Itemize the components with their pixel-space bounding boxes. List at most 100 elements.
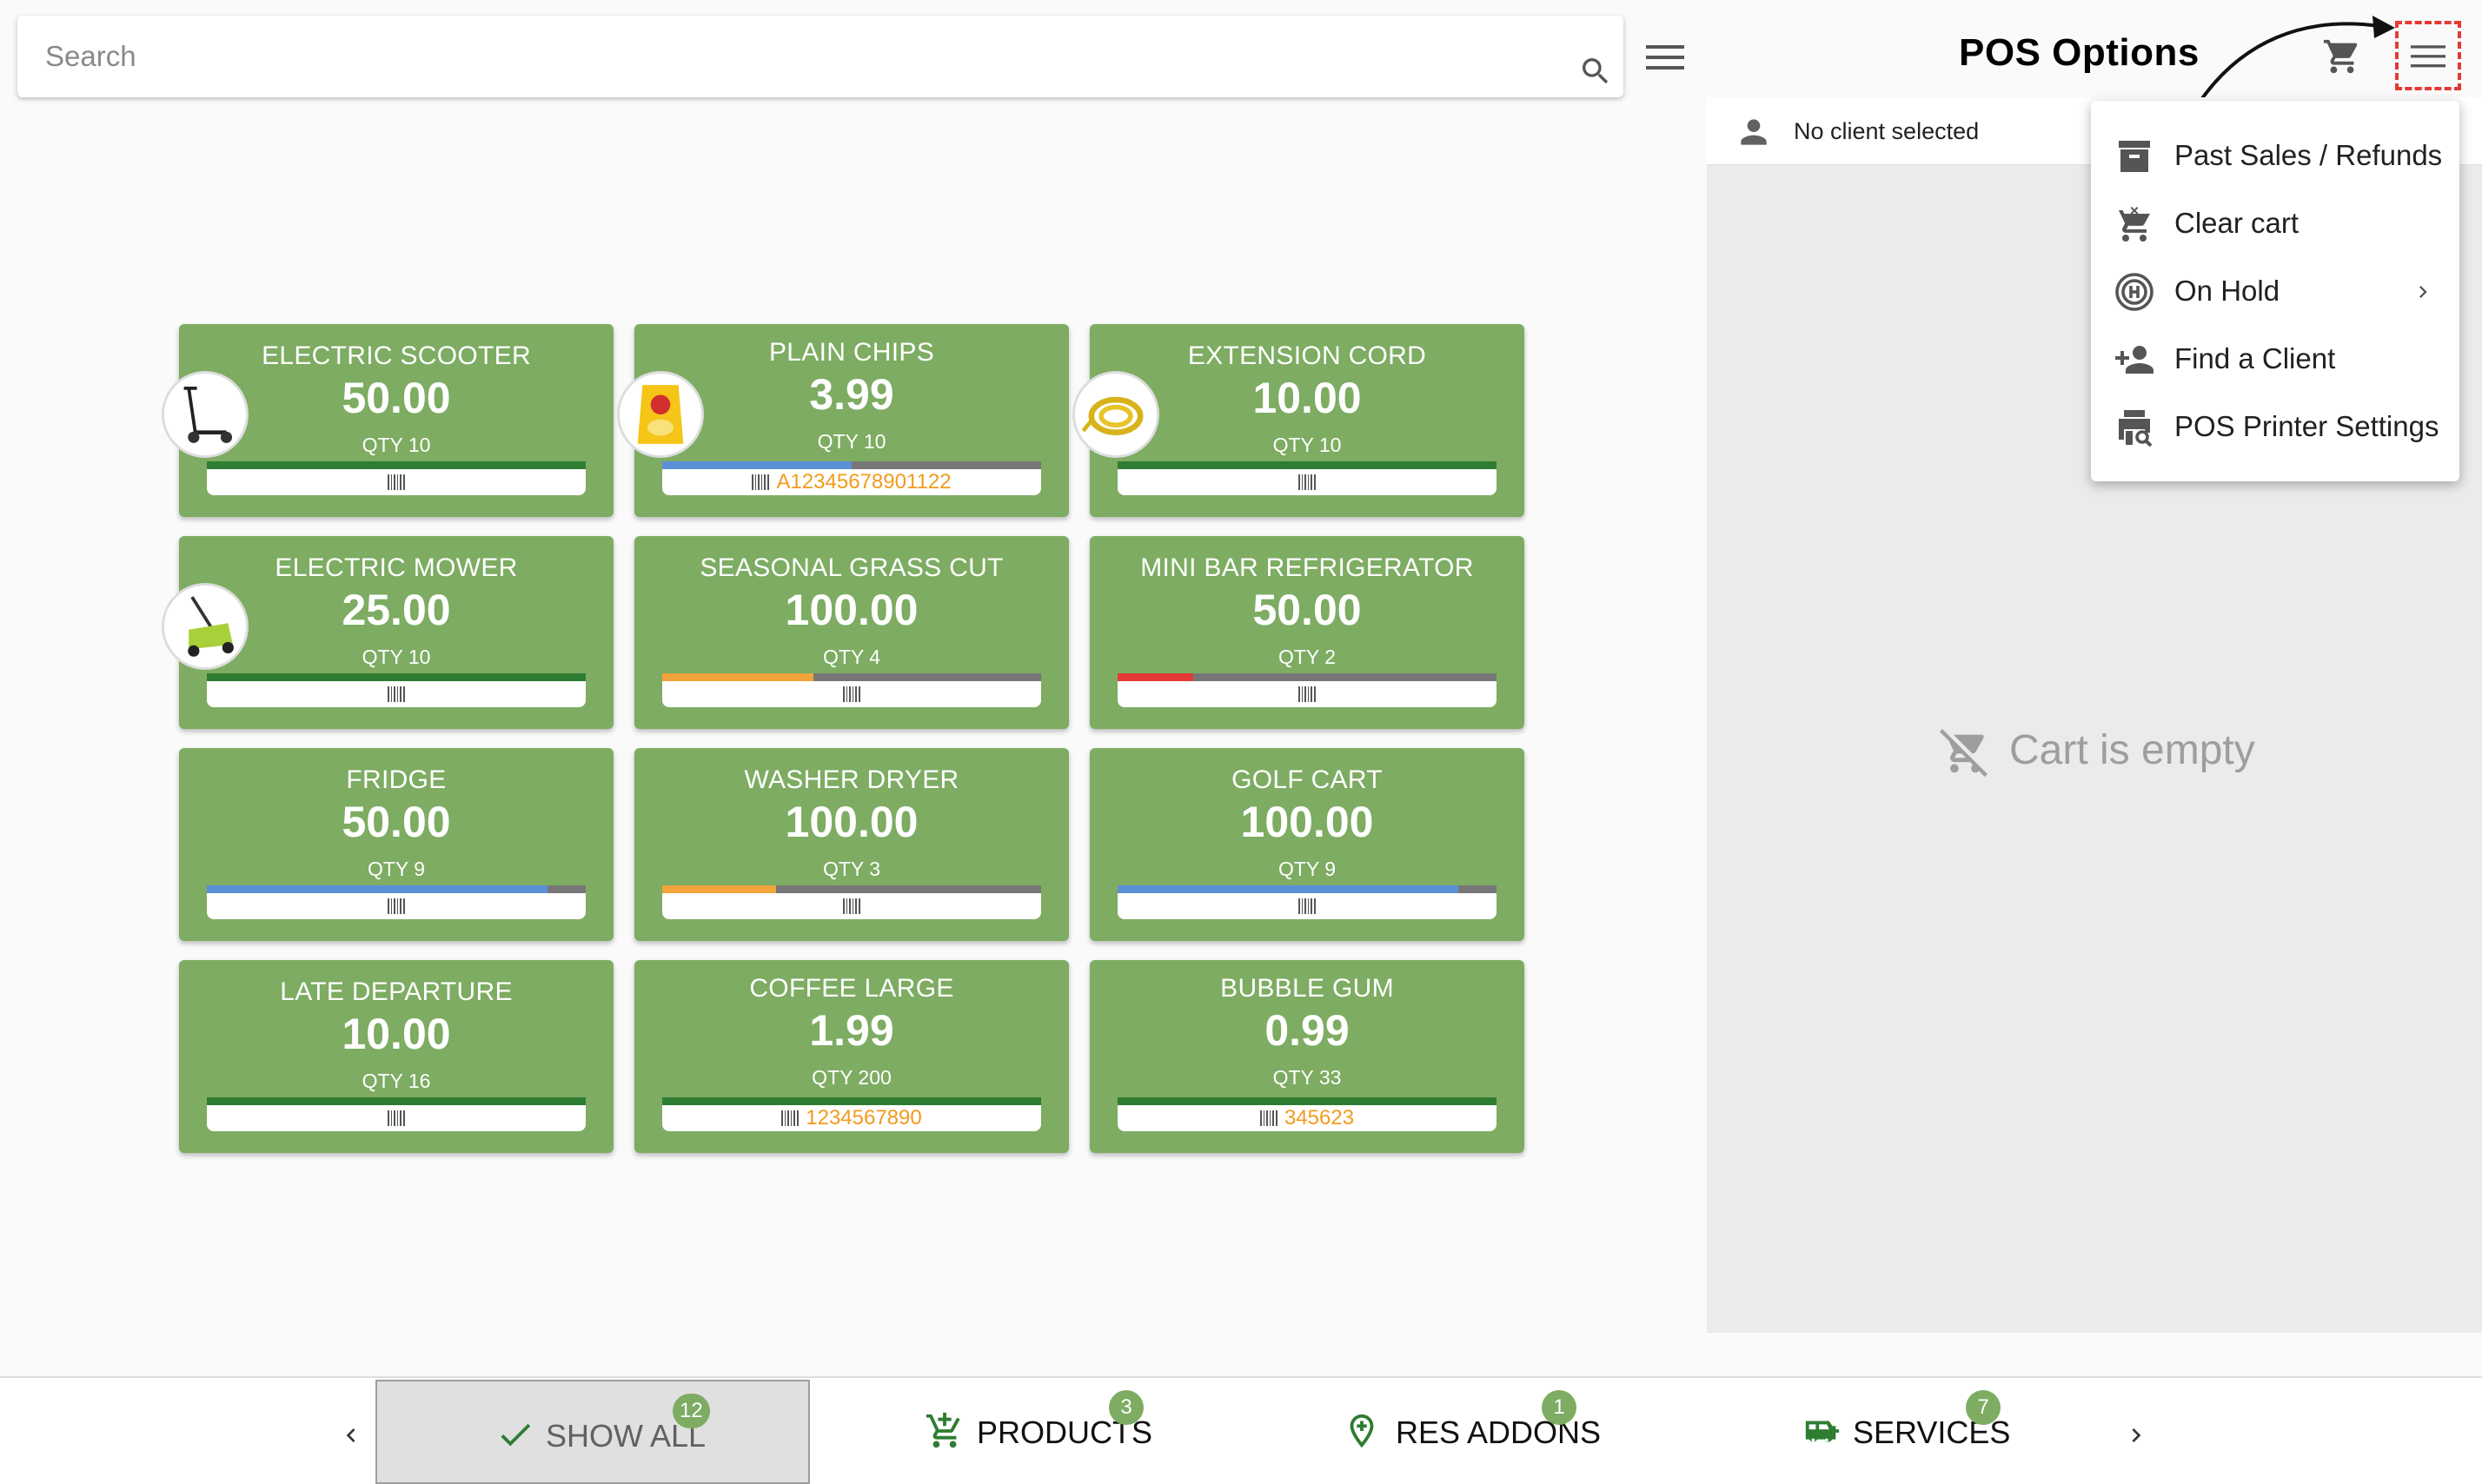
client-status: No client selected xyxy=(1794,118,1980,144)
tab-show-all[interactable]: SHOW ALL 12 xyxy=(375,1380,810,1484)
product-name: FRIDGE xyxy=(346,765,447,794)
search-icon[interactable] xyxy=(1578,54,1613,89)
product-qty: QTY 200 xyxy=(812,1066,892,1089)
product-card[interactable]: EXTENSION CORD 10.00 QTY 10 xyxy=(1072,324,1524,517)
barcode-icon xyxy=(388,686,405,702)
product-card[interactable]: SEASONAL GRASS CUT 100.00 QTY 4 xyxy=(634,536,1069,729)
barcode-icon xyxy=(388,1110,405,1126)
barcode-field xyxy=(1118,469,1496,495)
count-badge: 12 xyxy=(673,1394,710,1428)
archive-icon xyxy=(2119,141,2150,172)
product-price: 0.99 xyxy=(1264,1006,1350,1055)
chevron-left-icon[interactable] xyxy=(337,1420,365,1451)
product-qty: QTY 2 xyxy=(1278,646,1337,668)
product-qty: QTY 9 xyxy=(1278,858,1337,880)
barcode-value: A12345678901122 xyxy=(776,470,952,494)
add-cart-icon xyxy=(926,1412,960,1448)
product-name: MINI BAR REFRIGERATOR xyxy=(1140,553,1474,582)
product-price: 1.99 xyxy=(809,1006,894,1055)
barcode-icon xyxy=(1298,898,1316,914)
product-qty: QTY 9 xyxy=(367,858,426,880)
barcode-icon xyxy=(1298,686,1316,702)
product-name: SEASONAL GRASS CUT xyxy=(700,553,1004,582)
product-name: PLAIN CHIPS xyxy=(768,338,935,367)
barcode-icon xyxy=(752,474,770,490)
product-qty: QTY 10 xyxy=(362,646,431,668)
barcode-value: 345623 xyxy=(1284,1106,1355,1130)
product-price: 50.00 xyxy=(1252,586,1362,634)
location-pin-icon xyxy=(1350,1414,1374,1448)
product-card[interactable]: ELECTRIC MOWER 25.00 QTY 10 xyxy=(162,536,614,729)
barcode-field: 1234567890 xyxy=(662,1105,1041,1131)
barcode-field xyxy=(662,681,1041,707)
product-name: COFFEE LARGE xyxy=(749,974,954,1003)
menu-item-on-hold[interactable]: On Hold xyxy=(2091,257,2459,325)
menu-item-printer-settings[interactable]: POS Printer Settings xyxy=(2091,393,2459,460)
barcode-icon xyxy=(843,686,860,702)
product-card[interactable]: BUBBLE GUM 0.99 QTY 33 345623 xyxy=(1090,960,1524,1153)
barcode-icon xyxy=(388,898,405,914)
product-qty: QTY 10 xyxy=(817,430,886,453)
barcode-icon xyxy=(781,1110,800,1126)
product-name: ELECTRIC SCOOTER xyxy=(262,341,531,370)
barcode-field xyxy=(207,469,586,495)
cart-empty-text: Cart is empty xyxy=(2009,727,2255,773)
hamburger-icon xyxy=(2411,45,2446,68)
product-thumbnail xyxy=(162,371,249,458)
product-qty: QTY 33 xyxy=(1272,1066,1342,1089)
menu-item-label: On Hold xyxy=(2174,275,2280,307)
product-price: 100.00 xyxy=(785,798,919,846)
empty-cart-icon xyxy=(1940,729,1988,777)
barcode-field xyxy=(1118,681,1496,707)
list-menu-icon[interactable] xyxy=(1646,43,1684,71)
barcode-icon xyxy=(1259,1110,1278,1126)
product-card[interactable]: MINI BAR REFRIGERATOR 50.00 QTY 2 xyxy=(1090,536,1524,729)
search-input[interactable] xyxy=(45,16,1523,97)
barcode-field xyxy=(207,893,586,919)
product-card[interactable]: LATE DEPARTURE 10.00 QTY 16 xyxy=(179,960,614,1153)
barcode-icon xyxy=(388,474,405,490)
count-badge: 3 xyxy=(1109,1390,1144,1425)
count-badge: 7 xyxy=(1966,1390,2001,1425)
product-card[interactable]: WASHER DRYER 100.00 QTY 3 xyxy=(634,748,1069,941)
pos-options-menu-button[interactable] xyxy=(2395,21,2461,90)
product-name: ELECTRIC MOWER xyxy=(275,553,518,582)
pos-options-dropdown: Past Sales / Refunds Clear cart On Hold … xyxy=(2091,101,2459,481)
product-price: 100.00 xyxy=(1240,798,1374,846)
menu-item-past-sales[interactable]: Past Sales / Refunds xyxy=(2091,122,2459,189)
barcode-value: 1234567890 xyxy=(806,1106,922,1130)
count-badge: 1 xyxy=(1542,1390,1576,1425)
product-card[interactable]: ELECTRIC SCOOTER 50.00 QTY 10 xyxy=(162,324,614,517)
product-thumbnail xyxy=(1072,371,1159,458)
tab-services[interactable]: SERVICES 7 xyxy=(1681,1378,2115,1484)
product-name: EXTENSION CORD xyxy=(1187,341,1427,370)
person-icon xyxy=(1741,119,1767,145)
tab-res-addons[interactable]: RES ADDONS 1 xyxy=(1246,1378,1681,1484)
barcode-field xyxy=(1118,893,1496,919)
menu-item-clear-cart[interactable]: Clear cart xyxy=(2091,189,2459,257)
annotation-arrow xyxy=(2199,16,2395,103)
product-card[interactable]: GOLF CART 100.00 QTY 9 xyxy=(1090,748,1524,941)
printer-search-icon xyxy=(2119,410,2153,447)
category-nav: SHOW ALL 12 PRODUCTS 3 RES ADDONS 1 SERV… xyxy=(0,1376,2482,1484)
remove-shopping-cart-icon xyxy=(2115,207,2150,242)
menu-item-label: POS Printer Settings xyxy=(2174,410,2439,442)
product-name: LATE DEPARTURE xyxy=(280,977,513,1006)
barcode-icon xyxy=(843,898,860,914)
barcode-icon xyxy=(1298,474,1316,490)
barcode-field xyxy=(207,1105,586,1131)
hold-icon xyxy=(2115,273,2154,311)
tab-products[interactable]: PRODUCTS 3 xyxy=(812,1378,1246,1484)
product-card[interactable]: PLAIN CHIPS 3.99 QTY 10 A12345678901122 xyxy=(617,324,1069,517)
product-thumbnail xyxy=(617,371,704,458)
menu-item-label: Clear cart xyxy=(2174,207,2300,239)
shopping-cart-icon[interactable] xyxy=(2322,36,2362,76)
product-price: 50.00 xyxy=(342,798,451,846)
barcode-field xyxy=(207,681,586,707)
product-name: GOLF CART xyxy=(1231,765,1383,794)
product-qty: QTY 10 xyxy=(1272,434,1342,456)
product-card[interactable]: FRIDGE 50.00 QTY 9 xyxy=(179,748,614,941)
menu-item-find-client[interactable]: Find a Client xyxy=(2091,325,2459,393)
product-card[interactable]: COFFEE LARGE 1.99 QTY 200 1234567890 xyxy=(634,960,1069,1153)
chevron-right-icon[interactable] xyxy=(2122,1420,2150,1451)
